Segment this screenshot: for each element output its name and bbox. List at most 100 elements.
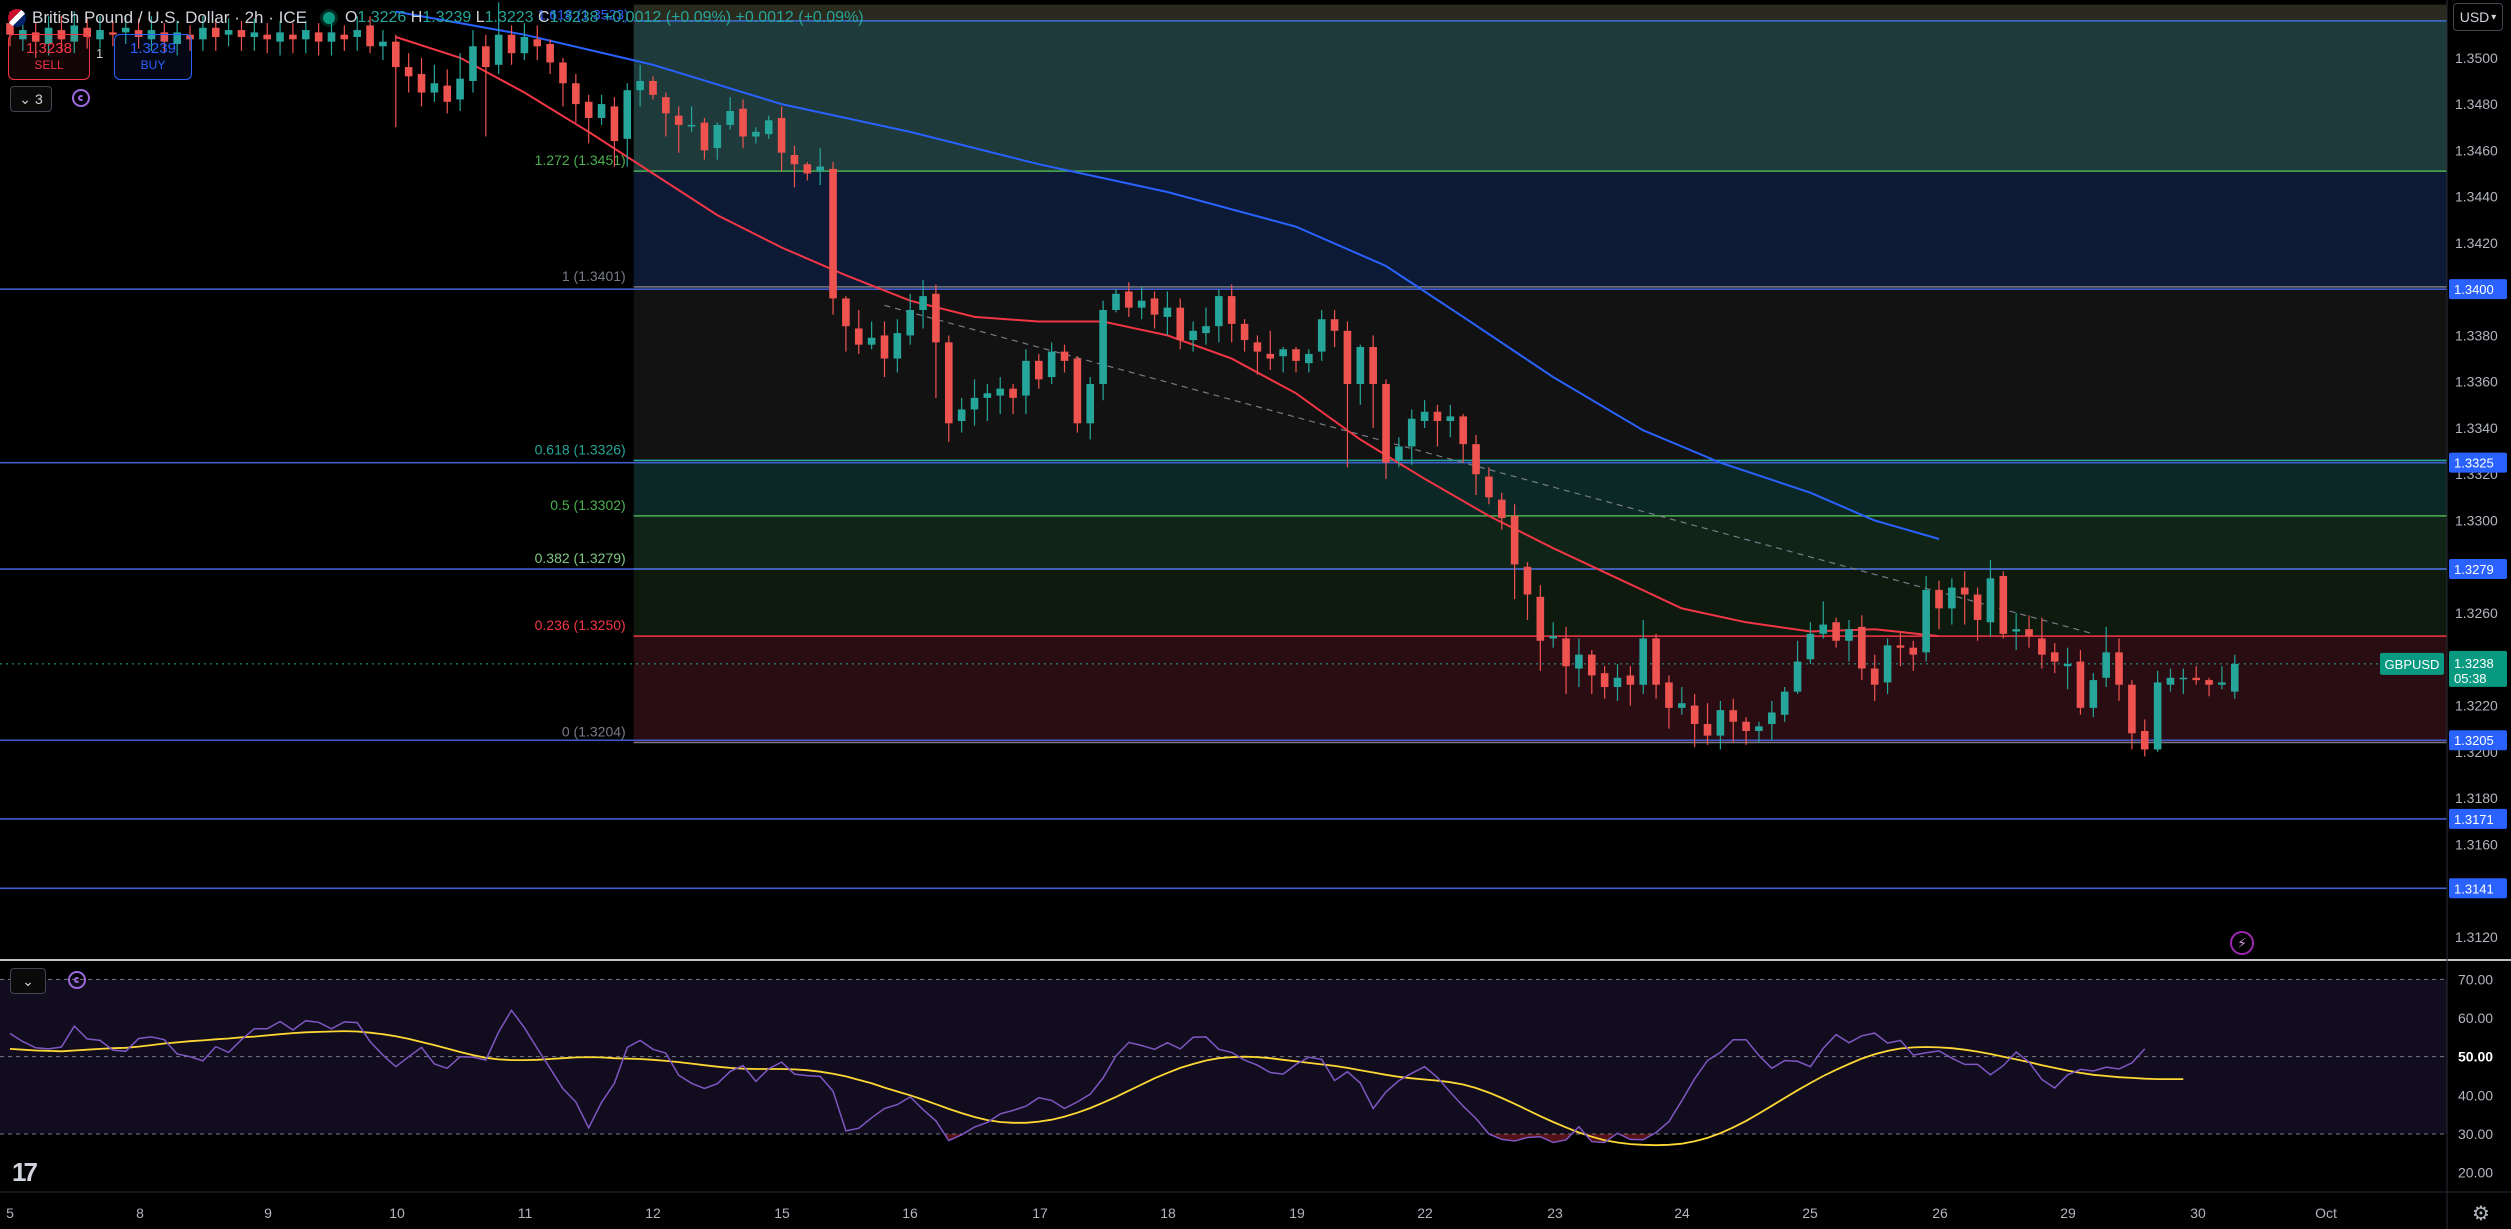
candle-body [2102, 652, 2110, 678]
candle-body [1665, 682, 1673, 708]
candle-body [1832, 622, 1840, 641]
candle-body [520, 37, 529, 54]
fib-zone-3 [633, 286, 2448, 461]
candle-body [1948, 587, 1956, 609]
buy-button[interactable]: 1.3239 BUY [114, 34, 192, 80]
candle-body [276, 32, 284, 42]
candle-body [1266, 353, 1275, 359]
candle-body [1292, 349, 1300, 361]
candle-body [636, 80, 644, 91]
sell-button[interactable]: 1.3238 SELL [8, 34, 90, 80]
price-tick-15: 1.3160 [2455, 836, 2498, 852]
candle-body [1652, 638, 1660, 685]
candle-body [469, 46, 477, 81]
price-tick-6: 1.3360 [2455, 374, 2498, 390]
price-tick-0: 1.3500 [2455, 50, 2498, 66]
candle-body [507, 34, 516, 54]
candle-body [1690, 705, 1699, 725]
price-tick-14: 1.3180 [2455, 790, 2498, 806]
candle-body [1137, 300, 1146, 308]
lightning-icon[interactable]: ⚡ [2230, 931, 2254, 955]
indicators-count: 3 [34, 91, 43, 107]
candle-body [790, 154, 799, 165]
candle-body [713, 124, 722, 149]
x-tick-5: 12 [645, 1205, 661, 1221]
fib-label-4: 0.382 (1.3279) [535, 550, 626, 566]
candle-body [1369, 346, 1377, 384]
candle-body [2153, 682, 2162, 750]
x-tick-12: 23 [1547, 1205, 1563, 1221]
candle-body [2025, 629, 2033, 637]
fib-label-5: 0.236 (1.3250) [535, 617, 626, 633]
candle-body [623, 90, 632, 139]
candle-body [559, 62, 567, 84]
x-tick-16: 29 [2060, 1205, 2076, 1221]
candle-body [1112, 293, 1120, 310]
price-tick-9: 1.3300 [2455, 512, 2498, 528]
candle-body [1999, 576, 2008, 634]
candle-body [1253, 342, 1262, 352]
candle-body [867, 337, 876, 345]
currency-label: USD [2459, 9, 2490, 25]
candle-body [1960, 587, 1969, 595]
rsi-sync-icon[interactable] [68, 971, 86, 989]
candle-body [456, 78, 464, 100]
level-tag-1: 1.3325 [2454, 456, 2494, 471]
symbol-title[interactable]: British Pound / U.S. Dollar · 2h · ICE [32, 8, 307, 28]
candle-body [880, 335, 889, 359]
candle-body [1780, 691, 1789, 715]
candle-body [1793, 661, 1802, 692]
candle-body [1562, 638, 1570, 667]
candle-body [1343, 330, 1352, 384]
market-status-icon[interactable] [322, 12, 335, 24]
price-tick-12: 1.3220 [2455, 698, 2498, 714]
candle-body [2179, 677, 2188, 680]
candle-body [1703, 724, 1712, 736]
candle-body [289, 34, 297, 40]
candle-body [1716, 710, 1725, 736]
buy-price: 1.3239 [130, 40, 176, 57]
high-value: 1.3239 [422, 9, 472, 26]
x-tick-13: 24 [1674, 1205, 1690, 1221]
symbol-header: British Pound / U.S. Dollar · 2h · ICE O… [8, 4, 864, 32]
candle-body [1215, 296, 1223, 327]
candle-body [1883, 645, 1892, 683]
fib-zone-0 [633, 4, 2448, 21]
candle-body [1870, 668, 1879, 685]
candle-body [250, 32, 259, 38]
candle-body [1536, 596, 1545, 641]
level-tag-3: 1.3205 [2454, 733, 2494, 748]
candle-body [314, 32, 323, 42]
price-tick-10: 1.3260 [2455, 605, 2498, 621]
rsi-collapse-button[interactable]: ⌄ [10, 968, 46, 994]
price-tick-1: 1.3480 [2455, 96, 2498, 112]
sync-icon[interactable] [72, 89, 90, 107]
x-tick-3: 10 [389, 1205, 405, 1221]
candle-body [1395, 446, 1403, 461]
change-value: +0.0012 (+0.09%) [602, 9, 732, 26]
candle-body [2050, 652, 2059, 662]
candle-body [1806, 633, 1815, 660]
candle-body [1575, 654, 1583, 669]
candle-body [1523, 566, 1532, 595]
fib-zone-2 [633, 171, 2448, 287]
candle-body [1742, 721, 1750, 731]
currency-button[interactable]: USD ▾ [2453, 3, 2503, 31]
tradingview-logo[interactable]: 17 [12, 1157, 38, 1188]
countdown-tag: 05:38 [2454, 671, 2487, 686]
candle-body [1150, 298, 1159, 315]
candle-body [803, 164, 812, 174]
candle-body [1768, 712, 1776, 725]
chart-canvas[interactable]: 1.272 (1.3451) 1 (1.3401) 0.618 (1.3326) 0.… [0, 0, 2511, 1229]
price-tick-16: 1.3120 [2455, 929, 2498, 945]
indicators-toggle-button[interactable]: ⌄ 3 [10, 86, 52, 112]
low-value: 1.3223 [484, 9, 534, 26]
candle-body [674, 115, 683, 125]
candle-body [649, 80, 657, 95]
fib-label-2: 0.618 (1.3326) [535, 441, 626, 457]
candle-body [1600, 673, 1609, 688]
gear-icon[interactable]: ⚙ [2470, 1203, 2492, 1225]
candle-body [752, 131, 760, 137]
level-tag-4: 1.3171 [2454, 812, 2494, 827]
rsi-tick-4: 30.00 [2458, 1126, 2493, 1142]
